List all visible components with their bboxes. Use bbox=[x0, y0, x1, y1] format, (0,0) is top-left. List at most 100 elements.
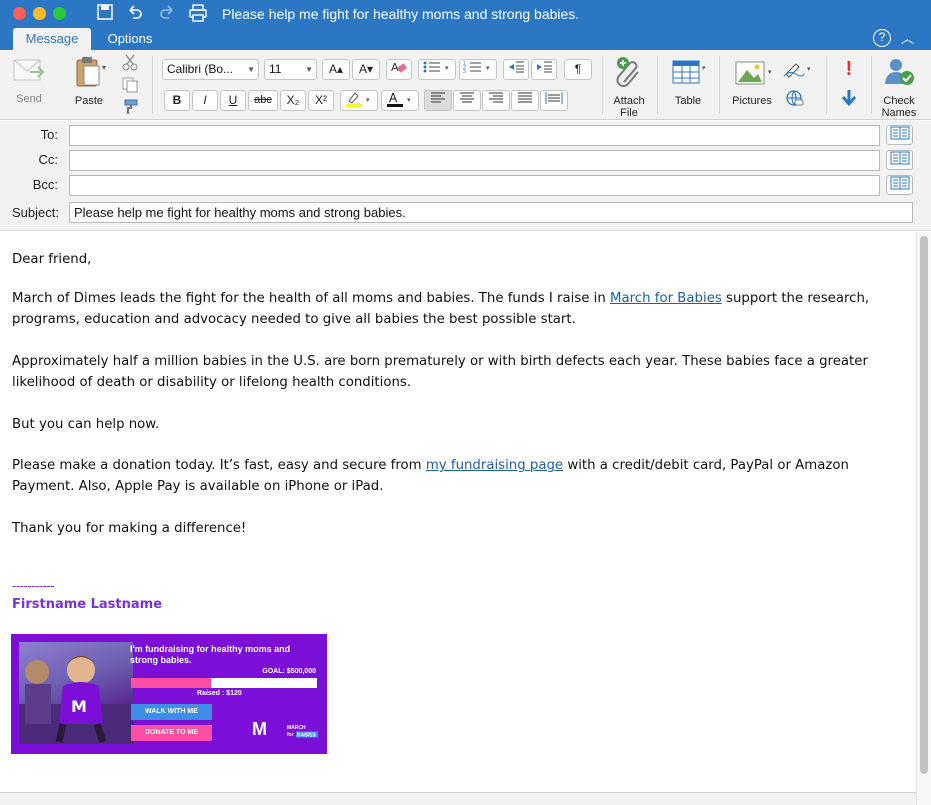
table-button[interactable]: ▾ Table bbox=[664, 56, 712, 107]
align-right-button[interactable] bbox=[482, 90, 510, 111]
bullets-button[interactable]: ▾ bbox=[418, 59, 456, 80]
bottom-bar bbox=[0, 792, 916, 805]
svg-text:▾: ▾ bbox=[366, 97, 370, 104]
pictures-button[interactable]: ▾ Pictures bbox=[726, 56, 778, 107]
address-book-icon[interactable] bbox=[886, 150, 913, 170]
font-color-icon: A ▾ bbox=[385, 91, 415, 110]
subscript-button[interactable]: X₂ bbox=[280, 90, 306, 111]
ribbon-separator bbox=[657, 56, 658, 114]
format-painter-icon[interactable] bbox=[121, 98, 141, 116]
vertical-scrollbar[interactable] bbox=[916, 232, 931, 805]
italic-button[interactable]: I bbox=[192, 90, 218, 111]
check-names-button[interactable]: Check Names bbox=[876, 56, 922, 119]
ribbon-separator bbox=[826, 56, 827, 114]
eraser-icon: A bbox=[391, 61, 407, 77]
align-center-icon bbox=[459, 92, 475, 107]
banner-goal: GOAL: $500,000 bbox=[262, 668, 316, 675]
donate-to-me-button[interactable]: DONATE TO ME bbox=[131, 725, 212, 741]
ribbon-separator bbox=[719, 56, 720, 114]
collapse-ribbon-icon[interactable]: ︿ bbox=[901, 30, 914, 48]
title-bar: Please help me fight for healthy moms an… bbox=[0, 0, 931, 28]
superscript-button[interactable]: X² bbox=[308, 90, 334, 111]
numbering-button[interactable]: 1 2 3 ▾ bbox=[459, 59, 497, 80]
high-importance-icon[interactable]: ! bbox=[840, 58, 858, 80]
font-name-value: Calibri (Bo... bbox=[167, 62, 234, 76]
subject-label: Subject: bbox=[12, 205, 59, 220]
align-right-icon bbox=[488, 92, 504, 107]
march-for-babies-link[interactable]: March for Babies bbox=[610, 291, 722, 306]
svg-text:▾: ▾ bbox=[102, 63, 106, 72]
scrollbar-thumb[interactable] bbox=[920, 236, 928, 774]
increase-indent-button[interactable] bbox=[531, 59, 557, 80]
svg-text:▾: ▾ bbox=[445, 65, 449, 72]
svg-text:▾: ▾ bbox=[768, 69, 772, 76]
font-size-select[interactable]: 11 ▼ bbox=[264, 59, 317, 80]
to-field[interactable] bbox=[69, 125, 880, 146]
highlight-color-button[interactable]: ▾ bbox=[340, 90, 378, 111]
banner-raised: Raised : $120 bbox=[197, 690, 242, 697]
pictures-label: Pictures bbox=[732, 95, 772, 107]
signature-name: Firstname Lastname bbox=[12, 597, 163, 612]
font-color-button[interactable]: A ▾ bbox=[381, 90, 419, 111]
decrease-indent-button[interactable] bbox=[503, 59, 529, 80]
signature-divider: ----------- bbox=[12, 578, 55, 593]
copy-icon[interactable] bbox=[121, 76, 141, 94]
ribbon-separator bbox=[602, 56, 603, 114]
banner-headline: I'm fundraising for healthy moms and str… bbox=[130, 644, 291, 665]
svg-text:3: 3 bbox=[463, 69, 466, 74]
tab-message[interactable]: Message bbox=[13, 28, 91, 50]
fundraising-page-link[interactable]: my fundraising page bbox=[426, 458, 563, 473]
walk-with-me-button[interactable]: WALK WITH ME bbox=[131, 704, 212, 720]
table-label: Table bbox=[674, 95, 702, 107]
paste-button[interactable]: ▾ Paste bbox=[68, 56, 110, 107]
bcc-field[interactable] bbox=[69, 175, 880, 196]
attach-file-label: Attach File bbox=[613, 95, 645, 119]
low-importance-icon[interactable] bbox=[840, 88, 858, 110]
paragraph-4-text: Please make a donation today. It’s fast,… bbox=[12, 458, 426, 473]
distributed-button[interactable] bbox=[540, 90, 568, 111]
fundraising-banner[interactable]: M I'm fundraising for healthy moms and s… bbox=[11, 634, 327, 754]
undo-icon[interactable] bbox=[125, 4, 145, 24]
signature-icon[interactable]: ▾ bbox=[782, 58, 816, 78]
send-label: Send bbox=[16, 93, 42, 105]
underline-button[interactable]: U bbox=[220, 90, 246, 111]
tab-options[interactable]: Options bbox=[96, 28, 164, 50]
bold-button[interactable]: B bbox=[164, 90, 190, 111]
help-icon[interactable]: ? bbox=[873, 29, 891, 47]
link-icon[interactable] bbox=[784, 88, 806, 110]
paragraph-4: Please make a donation today. It’s fast,… bbox=[12, 455, 907, 497]
message-header: To: Cc: Bcc: Subject: Please help me fig… bbox=[0, 121, 931, 231]
redo-icon[interactable] bbox=[157, 4, 177, 24]
strikethrough-button[interactable]: abc bbox=[248, 90, 278, 111]
chevron-down-icon: ▼ bbox=[305, 65, 313, 74]
cc-field[interactable] bbox=[69, 150, 880, 171]
ribbon: Send ▾ Paste Calibri (Bo... ▼ 11 ▼ A▴ A▾… bbox=[0, 50, 931, 120]
clear-formatting-button[interactable]: A bbox=[386, 59, 412, 80]
table-icon: ▾ bbox=[668, 60, 708, 91]
print-icon[interactable] bbox=[188, 4, 208, 24]
address-book-icon[interactable] bbox=[886, 125, 913, 145]
show-formatting-button[interactable]: ¶ bbox=[564, 59, 592, 80]
paragraph-2: Approximately half a million babies in t… bbox=[12, 354, 868, 390]
attach-file-button[interactable]: Attach File bbox=[608, 56, 650, 119]
font-name-select[interactable]: Calibri (Bo... ▼ bbox=[162, 59, 259, 80]
align-center-button[interactable] bbox=[453, 90, 481, 111]
font-size-value: 11 bbox=[269, 62, 282, 76]
justify-button[interactable] bbox=[511, 90, 539, 111]
paragraph-1: March of Dimes leads the fight for the h… bbox=[12, 288, 907, 330]
subject-field[interactable]: Please help me fight for healthy moms an… bbox=[69, 202, 913, 223]
send-button[interactable]: Send bbox=[10, 56, 48, 105]
cut-icon[interactable] bbox=[121, 53, 141, 71]
justify-icon bbox=[517, 92, 533, 107]
save-icon[interactable] bbox=[95, 4, 115, 24]
close-window-button[interactable] bbox=[13, 7, 26, 20]
align-left-button[interactable] bbox=[424, 90, 452, 111]
svg-text:▾: ▾ bbox=[702, 65, 706, 72]
maximize-window-button[interactable] bbox=[53, 7, 66, 20]
svg-text:▾: ▾ bbox=[407, 97, 411, 104]
grow-font-button[interactable]: A▴ bbox=[322, 59, 350, 80]
message-body[interactable]: Dear friend, March of Dimes leads the fi… bbox=[0, 232, 916, 805]
minimize-window-button[interactable] bbox=[33, 7, 46, 20]
shrink-font-button[interactable]: A▾ bbox=[352, 59, 380, 80]
address-book-icon[interactable] bbox=[886, 175, 913, 195]
